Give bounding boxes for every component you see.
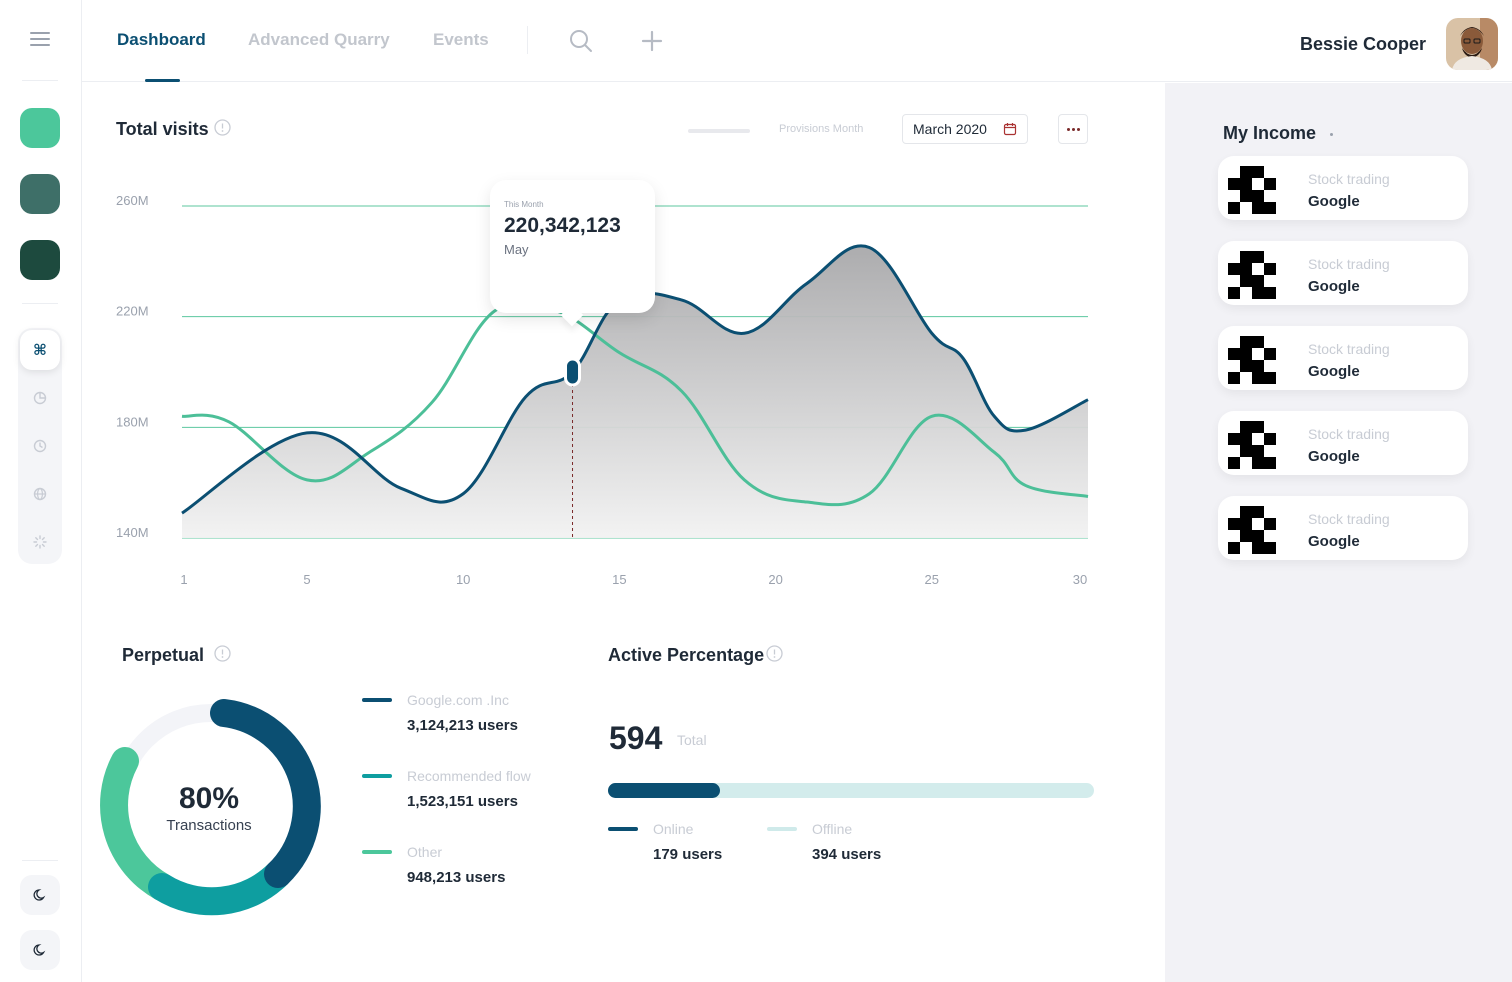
tooltip-month: May	[504, 242, 529, 257]
income-card[interactable]: Stock trading Google	[1218, 326, 1468, 390]
income-card-sub: Stock trading	[1308, 511, 1390, 527]
menu-icon[interactable]	[30, 32, 50, 48]
income-panel: My Income Stock trading Google Stock tradi…	[1165, 83, 1512, 982]
moon-icon[interactable]	[20, 930, 60, 970]
income-card-sub: Stock trading	[1308, 426, 1390, 442]
app-tile-1[interactable]	[20, 108, 60, 148]
info-icon[interactable]	[766, 645, 783, 662]
income-card-sub: Stock trading	[1308, 256, 1390, 272]
tooltip-value: 220,342,123	[504, 214, 621, 237]
active-total-label: Total	[677, 732, 707, 748]
legend-value: 3,124,213 users	[407, 717, 518, 734]
legend-swatch	[362, 850, 392, 854]
loader-icon[interactable]	[20, 522, 60, 562]
y-tick-label: 180M	[116, 414, 149, 429]
income-card-sub: Stock trading	[1308, 171, 1390, 187]
legend-swatch-offline	[767, 827, 797, 831]
x-tick-label: 25	[925, 572, 939, 587]
clock-icon[interactable]	[20, 426, 60, 466]
legend-name: Other	[407, 844, 443, 860]
legend-swatch-online	[608, 827, 638, 831]
donut-segment-recommended	[148, 860, 292, 916]
x-tick-label: 10	[456, 572, 470, 587]
active-tab-indicator	[145, 79, 180, 82]
donut-percent: 80%	[178, 782, 240, 815]
sidebar-divider	[22, 303, 58, 304]
active-title: Active Percentage	[608, 645, 765, 665]
active-progress	[608, 783, 1094, 798]
income-card[interactable]: Stock trading Google	[1218, 496, 1468, 560]
date-picker[interactable]: March 2020	[902, 114, 1028, 144]
command-icon[interactable]: ⌘	[20, 330, 60, 370]
visits-title: Total visits	[116, 119, 209, 139]
company-logo	[1228, 506, 1276, 554]
sidebar-divider	[22, 80, 58, 81]
info-icon[interactable]	[214, 119, 231, 136]
x-tick-label: 20	[768, 572, 782, 587]
income-card[interactable]: Stock trading Google	[1218, 241, 1468, 305]
legend-name: Google.com .Inc	[407, 692, 509, 708]
app-tile-3[interactable]	[20, 240, 60, 280]
app-tile-2[interactable]	[20, 174, 60, 214]
company-logo	[1228, 166, 1276, 214]
income-card[interactable]: Stock trading Google	[1218, 156, 1468, 220]
legend-line	[688, 129, 750, 133]
income-dot	[1330, 133, 1333, 136]
chart-tooltip: This Month 220,342,123 May	[490, 180, 655, 313]
chart-marker[interactable]	[564, 357, 582, 387]
tab-events[interactable]: Events	[433, 30, 489, 50]
sidebar-divider	[22, 860, 58, 861]
legend-swatch	[362, 698, 392, 702]
legend-label: Provisions Month	[779, 123, 864, 135]
offline-label: Offline	[812, 821, 853, 837]
search-icon[interactable]	[568, 28, 594, 54]
active-total: 594	[609, 720, 663, 756]
income-card-name: Google	[1308, 448, 1360, 465]
income-card-name: Google	[1308, 193, 1360, 210]
legend-swatch	[362, 774, 392, 778]
legend-value: 948,213 users	[407, 869, 506, 886]
x-tick-label: 5	[303, 572, 310, 587]
y-tick-label: 220M	[116, 304, 149, 319]
income-card-name: Google	[1308, 533, 1360, 550]
pie-chart-icon[interactable]	[20, 378, 60, 418]
info-icon[interactable]	[214, 645, 231, 662]
company-logo	[1228, 336, 1276, 384]
moon-icon[interactable]	[20, 875, 60, 915]
tab-dashboard[interactable]: Dashboard	[117, 30, 206, 50]
company-logo	[1228, 251, 1276, 299]
income-title: My Income	[1223, 123, 1317, 143]
income-card[interactable]: Stock trading Google	[1218, 411, 1468, 475]
more-options-button[interactable]	[1058, 114, 1088, 144]
y-tick-label: 260M	[116, 193, 149, 208]
tooltip-label: This Month	[504, 200, 544, 209]
online-value: 179 users	[653, 846, 723, 863]
calendar-icon	[1003, 123, 1017, 136]
x-tick-label: 15	[612, 572, 626, 587]
income-card-name: Google	[1308, 278, 1360, 295]
user-name[interactable]: Bessie Cooper	[1300, 34, 1426, 55]
top-bar: Dashboard Advanced Quarry Events Bessie …	[82, 0, 1512, 82]
perpetual-title: Perpetual	[122, 645, 205, 665]
date-picker-value: March 2020	[913, 121, 987, 137]
legend-value: 1,523,151 users	[407, 793, 518, 810]
plus-icon[interactable]	[639, 28, 665, 54]
sidebar: ⌘	[0, 0, 82, 982]
offline-value: 394 users	[812, 846, 882, 863]
globe-icon[interactable]	[20, 474, 60, 514]
tab-advanced-quarry[interactable]: Advanced Quarry	[248, 30, 390, 50]
sidebar-tools: ⌘	[18, 328, 62, 564]
online-label: Online	[653, 821, 694, 837]
active-progress-fill	[608, 783, 720, 798]
nav-divider	[527, 26, 528, 54]
x-tick-label: 30	[1073, 572, 1087, 587]
company-logo	[1228, 421, 1276, 469]
donut-subtitle: Transactions	[166, 817, 252, 834]
y-tick-label: 140M	[116, 525, 149, 540]
legend-name: Recommended flow	[407, 768, 531, 784]
income-card-sub: Stock trading	[1308, 341, 1390, 357]
avatar[interactable]	[1446, 18, 1498, 70]
income-card-name: Google	[1308, 363, 1360, 380]
x-tick-label: 1	[180, 572, 187, 587]
